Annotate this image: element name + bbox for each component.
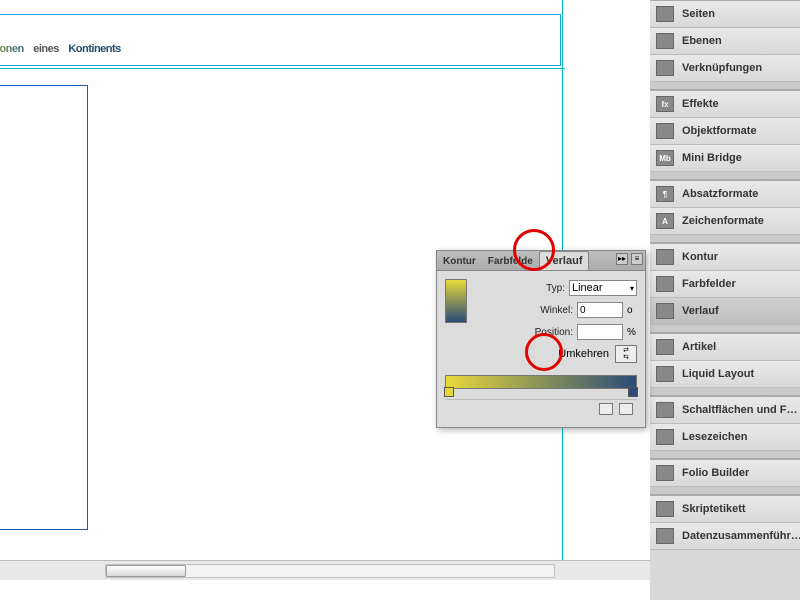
- panel-artikel[interactable]: Artikel: [650, 334, 800, 361]
- minibridge-icon: Mb: [656, 150, 674, 166]
- panel-schaltflaechen[interactable]: Schaltflächen und F…: [650, 397, 800, 424]
- datamerge-icon: [656, 528, 674, 544]
- panel-datenzusammen[interactable]: Datenzusammenführ…: [650, 523, 800, 550]
- links-icon: [656, 60, 674, 76]
- tab-farbfelder[interactable]: Farbfelde: [482, 253, 539, 270]
- scroll-thumb[interactable]: [106, 565, 186, 577]
- panel-farbfelder[interactable]: Farbfelder: [650, 271, 800, 298]
- articles-icon: [656, 339, 674, 355]
- reverse-gradient-button[interactable]: ⇄⇆: [615, 345, 637, 363]
- typ-select[interactable]: Linear: [569, 280, 637, 296]
- buttons-icon: [656, 402, 674, 418]
- layers-icon: [656, 33, 674, 49]
- swatches-icon: [656, 276, 674, 292]
- tab-kontur[interactable]: Kontur: [437, 253, 482, 270]
- stroke-icon: [656, 249, 674, 265]
- gradient-swatch-preview[interactable]: [445, 279, 467, 323]
- empty-frame[interactable]: [0, 85, 88, 530]
- gradient-tool-icon[interactable]: [599, 403, 613, 415]
- winkel-unit: o: [627, 305, 637, 316]
- panel-verknuepfungen[interactable]: Verknüpfungen: [650, 55, 800, 82]
- panel-dock: Seiten Ebenen Verknüpfungen fxEffekte Ob…: [650, 0, 800, 600]
- panel-verlauf[interactable]: Verlauf: [650, 298, 800, 325]
- gradient-stop-left[interactable]: [444, 387, 454, 397]
- char-styles-icon: A: [656, 213, 674, 229]
- panel-minibridge[interactable]: MbMini Bridge: [650, 145, 800, 172]
- folio-icon: [656, 465, 674, 481]
- panel-menu-icon[interactable]: ≡: [631, 253, 643, 265]
- winkel-input[interactable]: [577, 302, 623, 318]
- para-styles-icon: ¶: [656, 186, 674, 202]
- pages-icon: [656, 6, 674, 22]
- panel-kontur[interactable]: Kontur: [650, 244, 800, 271]
- gradient-icon: [656, 303, 674, 319]
- gradient-stop-right[interactable]: [628, 387, 638, 397]
- panel-effekte[interactable]: fxEffekte: [650, 91, 800, 118]
- gradient-panel[interactable]: Kontur Farbfelde Verlauf ▸▸ ≡ Typ: Linea…: [436, 250, 646, 428]
- panel-objektformate[interactable]: Objektformate: [650, 118, 800, 145]
- panel-seiten[interactable]: Seiten: [650, 1, 800, 28]
- winkel-label: Winkel:: [540, 305, 573, 316]
- gradient-ramp[interactable]: [445, 375, 637, 389]
- script-icon: [656, 501, 674, 517]
- document-status-bar: [0, 560, 650, 580]
- fx-icon: fx: [656, 96, 674, 112]
- panel-liquidlayout[interactable]: Liquid Layout: [650, 361, 800, 388]
- horizontal-scrollbar[interactable]: [105, 564, 555, 578]
- umkehren-label: Umkehren: [558, 348, 609, 360]
- gradient-panel-tabs: Kontur Farbfelde Verlauf ▸▸ ≡: [437, 251, 645, 271]
- guide-horizontal: [0, 68, 565, 69]
- tab-verlauf[interactable]: Verlauf: [539, 251, 590, 270]
- position-label: Position:: [535, 327, 573, 338]
- liquid-icon: [656, 366, 674, 382]
- panel-collapse-icon[interactable]: ▸▸: [616, 253, 628, 265]
- object-styles-icon: [656, 123, 674, 139]
- gradient-trash-icon[interactable]: [619, 403, 633, 415]
- panel-ebenen[interactable]: Ebenen: [650, 28, 800, 55]
- position-unit: %: [627, 327, 637, 338]
- panel-skriptetikett[interactable]: Skriptetikett: [650, 496, 800, 523]
- typ-label: Typ:: [546, 283, 565, 294]
- headline-text-frame[interactable]: essionen eines Kontinents: [0, 15, 560, 65]
- bookmarks-icon: [656, 429, 674, 445]
- panel-absatzformate[interactable]: ¶Absatzformate: [650, 181, 800, 208]
- panel-zeichenformate[interactable]: AZeichenformate: [650, 208, 800, 235]
- position-input[interactable]: [577, 324, 623, 340]
- headline-text: essionen eines Kontinents: [0, 19, 121, 61]
- panel-lesezeichen[interactable]: Lesezeichen: [650, 424, 800, 451]
- panel-foliobuilder[interactable]: Folio Builder: [650, 460, 800, 487]
